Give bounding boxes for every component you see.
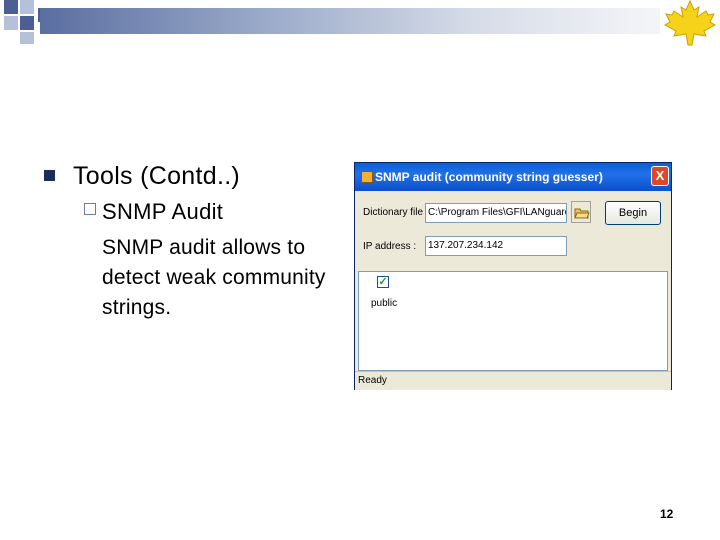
maple-leaf-logo [664, 0, 716, 46]
slide-paragraph: SNMP audit allows to detect weak communi… [102, 236, 326, 319]
close-icon: X [655, 168, 665, 183]
decor-square [4, 0, 18, 14]
decor-square [20, 32, 34, 44]
header-band [0, 0, 720, 48]
decor-square [20, 0, 34, 14]
begin-button[interactable]: Begin [605, 201, 661, 225]
ip-address-input[interactable]: 137.207.234.142 [425, 236, 567, 256]
slide-subtitle: SNMP Audit [102, 199, 224, 224]
decor-square [4, 16, 18, 30]
decor-gradient-bar [40, 8, 660, 34]
snmp-audit-dialog: SNMP audit (community string guesser) X … [354, 162, 672, 390]
main-bullet-icon [44, 170, 58, 184]
dialog-title: SNMP audit (community string guesser) [375, 170, 603, 184]
result-item-label: public [371, 298, 398, 309]
status-text: Ready [358, 375, 387, 386]
dictionary-file-label: Dictionary file : [363, 207, 429, 218]
browse-button[interactable] [571, 201, 591, 223]
slide-title: Tools (Contd..) [73, 162, 241, 190]
app-icon [361, 171, 373, 183]
status-bar: Ready [355, 371, 671, 390]
dialog-titlebar[interactable]: SNMP audit (community string guesser) X [355, 163, 671, 191]
folder-open-icon [574, 208, 590, 219]
results-list[interactable]: ✓ public [358, 271, 668, 371]
page-number: 12 [660, 507, 674, 521]
close-button[interactable]: X [651, 166, 669, 186]
ip-address-label: IP address : [363, 241, 417, 252]
checkbox-icon[interactable]: ✓ [377, 276, 389, 288]
dictionary-file-input[interactable]: C:\Program Files\GFI\LANguard Net [425, 203, 567, 223]
sub-bullet-icon [84, 203, 97, 221]
decor-square [20, 16, 34, 30]
